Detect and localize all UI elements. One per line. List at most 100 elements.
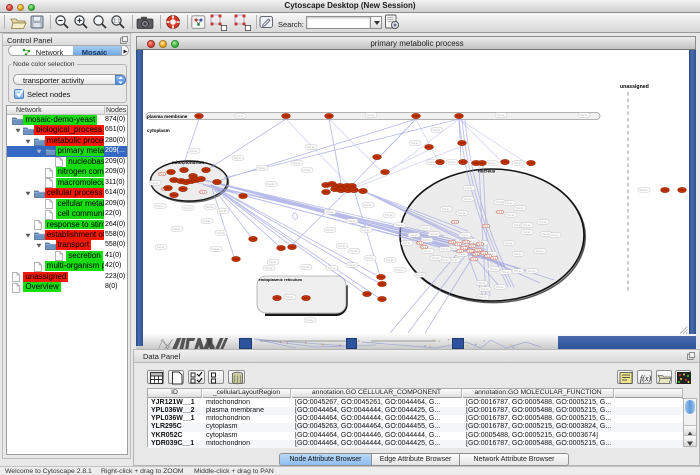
svg-text:Yx:x: Yx:x — [421, 245, 427, 249]
svg-text:Yx:x: Yx:x — [475, 248, 481, 252]
svg-text:Yxx:xx: Yxx:xx — [286, 295, 295, 299]
svg-text:Yxx:xx: Yxx:xx — [423, 238, 432, 242]
svg-text:Yxx:xx: Yxx:xx — [551, 233, 560, 237]
svg-text:Yxx:xx: Yxx:xx — [461, 233, 470, 237]
svg-text:Yx:x: Yx:x — [491, 256, 497, 260]
svg-text:Yxx:xx: Yxx:xx — [458, 211, 467, 215]
svg-text:Yxx:xx: Yxx:xx — [326, 210, 335, 214]
svg-text:Yx:x: Yx:x — [159, 172, 165, 176]
svg-text:Yx:x: Yx:x — [469, 244, 475, 248]
svg-text:Yxx:xx: Yxx:xx — [190, 149, 199, 153]
svg-text:unassigned: unassigned — [620, 84, 649, 90]
svg-text:Yxx:xx: Yxx:xx — [293, 161, 302, 165]
svg-text:Yxx:xx: Yxx:xx — [348, 263, 357, 267]
svg-text:Yxx:xx: Yxx:xx — [267, 182, 276, 186]
svg-text:Yxx:xx: Yxx:xx — [528, 269, 537, 273]
svg-text:Yxx:xx: Yxx:xx — [203, 219, 212, 223]
svg-text:Yxx:xx: Yxx:xx — [441, 247, 450, 251]
svg-text:Yxx:xx: Yxx:xx — [396, 268, 405, 272]
svg-text:mitochondrion: mitochondrion — [172, 160, 204, 165]
svg-text:Yxx:xx: Yxx:xx — [338, 244, 347, 248]
svg-text:Yxx:xx: Yxx:xx — [303, 168, 312, 172]
svg-text:cytoplasm: cytoplasm — [147, 128, 170, 133]
svg-text:Yxx:xx: Yxx:xx — [212, 247, 221, 251]
svg-text:Yxx:xx: Yxx:xx — [430, 232, 439, 236]
svg-text:Yx:x: Yx:x — [467, 249, 473, 253]
svg-text:Yxx:xx: Yxx:xx — [536, 249, 545, 253]
svg-text:Yx:x: Yx:x — [417, 241, 423, 245]
svg-text:Yxx:xx: Yxx:xx — [523, 223, 532, 227]
svg-text:Yxx:xx: Yxx:xx — [490, 267, 499, 271]
svg-text:Yxx:xx: Yxx:xx — [448, 160, 457, 164]
svg-text:Yxx:xx: Yxx:xx — [265, 266, 274, 270]
svg-text:Yxx:xx: Yxx:xx — [539, 220, 548, 224]
svg-text:Yxx:xx: Yxx:xx — [488, 161, 497, 165]
svg-text:Yxx:xx: Yxx:xx — [479, 295, 488, 299]
svg-text:Yxx:xx: Yxx:xx — [514, 161, 523, 165]
svg-text:Yx:x: Yx:x — [463, 240, 469, 244]
svg-text:Yxx:xx: Yxx:xx — [478, 281, 487, 285]
svg-text:Yxx:xx: Yxx:xx — [151, 181, 160, 185]
svg-text:Yx:x: Yx:x — [452, 220, 458, 224]
svg-text:Yx:x: Yx:x — [200, 190, 206, 194]
svg-text:endoplasmic reticulum: endoplasmic reticulum — [259, 277, 303, 282]
svg-text:Yxx:xx: Yxx:xx — [481, 287, 490, 291]
svg-text:Yxx:xx: Yxx:xx — [306, 318, 315, 322]
svg-text:Yxx:xx: Yxx:xx — [362, 228, 371, 232]
svg-text:Yxx:xx: Yxx:xx — [411, 141, 420, 145]
svg-text:Yx:x: Yx:x — [483, 224, 489, 228]
svg-text:Yxx:xx: Yxx:xx — [219, 209, 228, 213]
svg-text:Yx:x: Yx:x — [457, 249, 463, 253]
svg-text:Yxx:xx: Yxx:xx — [514, 269, 523, 273]
svg-text:Yxx:xx: Yxx:xx — [258, 166, 267, 170]
svg-text:Yxx:xx: Yxx:xx — [364, 203, 373, 207]
svg-text:Yx:x: Yx:x — [473, 252, 479, 256]
svg-text:Yxx:xx: Yxx:xx — [157, 245, 166, 249]
svg-text:f(x): f(x) — [640, 374, 651, 383]
svg-text:Yxx:xx: Yxx:xx — [184, 206, 193, 210]
svg-text:Yxx:xx: Yxx:xx — [497, 113, 506, 117]
svg-text:Yxx:xx: Yxx:xx — [516, 206, 525, 210]
svg-text:Yxx:xx: Yxx:xx — [385, 213, 394, 217]
svg-text:Yxx:xx: Yxx:xx — [366, 256, 375, 260]
svg-text:Yxx:xx: Yxx:xx — [206, 205, 215, 209]
svg-text:Yxx:xx: Yxx:xx — [464, 197, 473, 201]
svg-text:Yxx:xx: Yxx:xx — [433, 128, 442, 132]
svg-text:Yxx:xx: Yxx:xx — [348, 219, 357, 223]
svg-text:Yx:x: Yx:x — [497, 210, 503, 214]
svg-text:Yxx:xx: Yxx:xx — [386, 258, 395, 262]
svg-text:Yxx:xx: Yxx:xx — [465, 186, 474, 190]
svg-text:Yxx:xx: Yxx:xx — [640, 188, 649, 192]
svg-text:nucleus: nucleus — [478, 169, 496, 174]
svg-text:Yxx:xx: Yxx:xx — [173, 227, 182, 231]
svg-text:Yxx:xx: Yxx:xx — [421, 226, 430, 230]
svg-text:Yxx:xx: Yxx:xx — [410, 233, 419, 237]
svg-text:Yxx:xx: Yxx:xx — [514, 252, 523, 256]
svg-text:Yx:x: Yx:x — [471, 257, 477, 261]
svg-text:Yxx:xx: Yxx:xx — [302, 265, 311, 269]
svg-text:Yxx:xx: Yxx:xx — [424, 249, 433, 253]
svg-text:1:1: 1:1 — [113, 19, 120, 25]
svg-text:Yxx:xx: Yxx:xx — [217, 231, 226, 235]
svg-text:Yxx:xx: Yxx:xx — [505, 241, 514, 245]
svg-text:Yxx:xx: Yxx:xx — [496, 285, 505, 289]
svg-text:Yxx:xx: Yxx:xx — [580, 113, 589, 117]
svg-text:Yxx:xx: Yxx:xx — [416, 273, 425, 277]
svg-text:Yx:x: Yx:x — [477, 242, 483, 246]
svg-text:Yxx:xx: Yxx:xx — [502, 270, 511, 274]
svg-text:Yxx:xx: Yxx:xx — [507, 213, 516, 217]
svg-text:Yxx:xx: Yxx:xx — [523, 230, 532, 234]
svg-text:Yxx:xx: Yxx:xx — [442, 207, 451, 211]
svg-text:Yxx:xx: Yxx:xx — [307, 145, 316, 149]
svg-text:Yxx:xx: Yxx:xx — [396, 223, 405, 227]
svg-text:Yxx:xx: Yxx:xx — [234, 156, 243, 160]
svg-text:Yxx:xx: Yxx:xx — [428, 160, 437, 164]
svg-text:Yx:x: Yx:x — [449, 240, 455, 244]
svg-text:Yxx:xx: Yxx:xx — [269, 260, 278, 264]
svg-text:Yxx:xx: Yxx:xx — [432, 256, 441, 260]
svg-text:Yxx:xx: Yxx:xx — [236, 114, 245, 118]
svg-text:Yxx:xx: Yxx:xx — [328, 266, 337, 270]
svg-text:Yxx:xx: Yxx:xx — [505, 201, 514, 205]
svg-text:Yxx:xx: Yxx:xx — [350, 249, 359, 253]
svg-text:Yxx:xx: Yxx:xx — [367, 113, 376, 117]
